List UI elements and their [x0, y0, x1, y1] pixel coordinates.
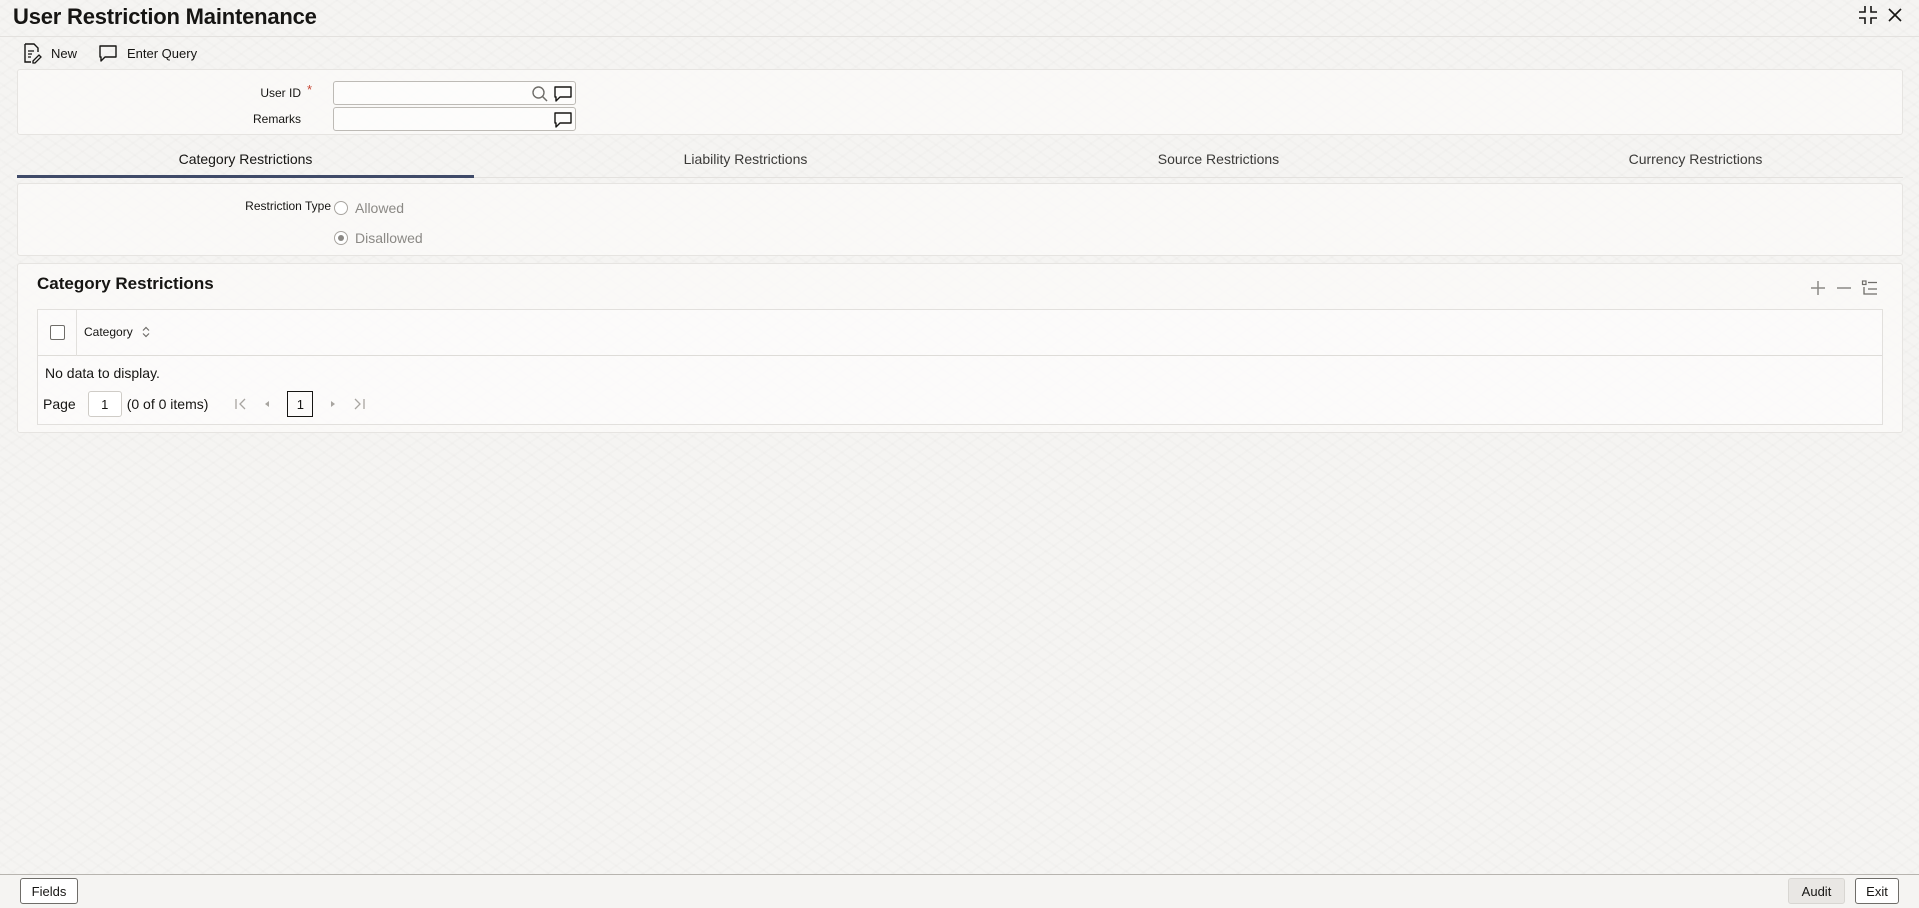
new-document-icon [24, 43, 42, 64]
exit-button[interactable]: Exit [1855, 878, 1899, 904]
fields-button[interactable]: Fields [20, 878, 78, 904]
first-page-icon[interactable] [233, 396, 249, 412]
required-marker: * [307, 82, 313, 97]
column-divider [76, 310, 77, 356]
user-id-input[interactable] [333, 81, 576, 105]
restriction-type-label: Restriction Type [245, 199, 331, 213]
comment-icon[interactable] [553, 84, 573, 104]
footer-bar: Fields Audit Exit [0, 874, 1919, 908]
enter-query-label: Enter Query [127, 45, 198, 61]
comment-icon[interactable] [553, 110, 573, 130]
category-column-label: Category [84, 325, 133, 339]
current-page-button[interactable]: 1 [287, 391, 314, 417]
allowed-radio-option[interactable]: Allowed [334, 200, 404, 216]
allowed-radio[interactable] [334, 201, 348, 215]
page-number-input[interactable]: 1 [87, 391, 122, 417]
close-icon[interactable] [1884, 4, 1906, 26]
no-data-message: No data to display. [45, 365, 160, 381]
next-page-icon[interactable] [325, 396, 341, 412]
title-bar: User Restriction Maintenance [0, 0, 1919, 36]
category-column-header[interactable]: Category [84, 325, 151, 339]
sort-icon[interactable] [141, 326, 151, 338]
minimize-icon[interactable] [1857, 4, 1879, 26]
comment-icon [99, 45, 117, 62]
category-table: Category No data to display. Page 1 (0 o… [37, 309, 1883, 425]
items-count: (0 of 0 items) [126, 396, 209, 412]
tab-bar: Category Restrictions Liability Restrict… [17, 148, 1903, 178]
tab-category-restrictions[interactable]: Category Restrictions [17, 148, 474, 178]
audit-button[interactable]: Audit [1788, 878, 1845, 904]
disallowed-label: Disallowed [355, 230, 423, 246]
last-page-icon[interactable] [351, 396, 367, 412]
remarks-label: Remarks [252, 112, 301, 126]
new-label: New [51, 45, 78, 61]
page-title: User Restriction Maintenance [13, 4, 317, 29]
select-all-checkbox[interactable] [50, 325, 65, 340]
allowed-label: Allowed [355, 200, 405, 216]
user-id-label: User ID [260, 86, 301, 100]
delete-row-icon[interactable] [1834, 278, 1854, 298]
table-header: Category [38, 310, 1882, 356]
tab-source-restrictions[interactable]: Source Restrictions [990, 148, 1447, 178]
search-icon[interactable] [530, 84, 550, 104]
page-label: Page [43, 396, 76, 412]
section-title: Category Restrictions [37, 274, 214, 293]
tab-liability-restrictions[interactable]: Liability Restrictions [517, 148, 974, 178]
restriction-type-panel: Restriction Type Allowed Disallowed [17, 183, 1903, 256]
pagination: Page 1 (0 of 0 items) 1 [43, 390, 372, 418]
tab-currency-restrictions[interactable]: Currency Restrictions [1467, 148, 1919, 178]
disallowed-radio-option[interactable]: Disallowed [334, 230, 423, 246]
header-form-panel: User ID * Remarks [17, 69, 1903, 135]
disallowed-radio[interactable] [334, 231, 348, 245]
new-button[interactable]: New [21, 42, 77, 64]
toolbar: New Enter Query [0, 36, 1919, 66]
enter-query-button[interactable]: Enter Query [97, 42, 197, 64]
add-row-icon[interactable] [1808, 278, 1828, 298]
previous-page-icon[interactable] [259, 396, 275, 412]
single-record-view-icon[interactable] [1860, 278, 1880, 298]
remarks-input[interactable] [333, 107, 576, 131]
